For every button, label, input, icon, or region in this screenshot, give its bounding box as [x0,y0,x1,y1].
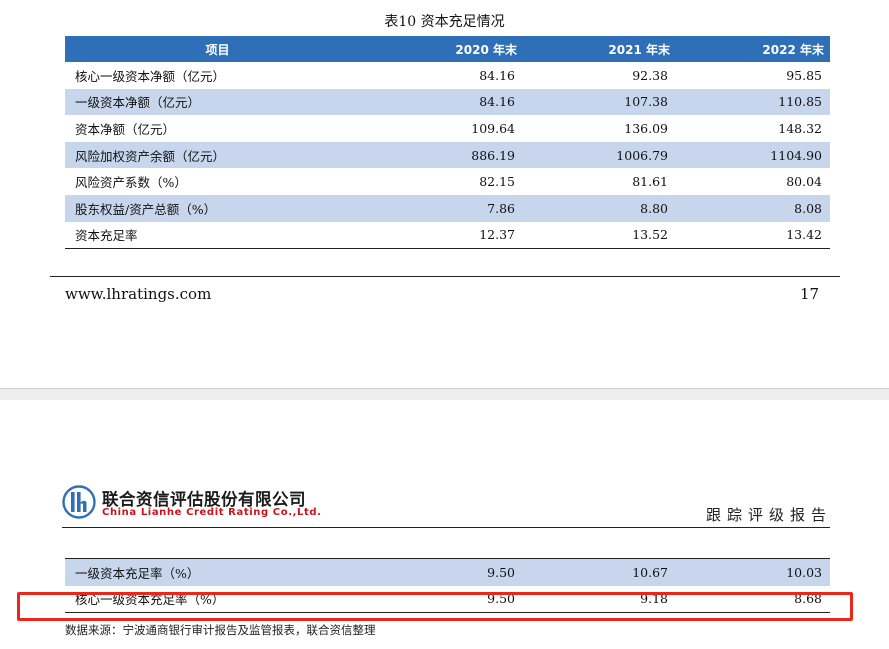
row-label: 风险资产系数（%） [75,175,187,191]
cell-value: 81.61 [632,174,668,190]
cell-value: 8.80 [523,194,676,222]
row-label: 资本净额（亿元） [75,121,176,137]
column-header: 2020 年末 [370,36,523,62]
column-header: 项目 [65,36,370,62]
table-header-row: 项目 2020 年末 2021 年末 2022 年末 [65,36,830,62]
cell-value: 1104.90 [676,141,830,169]
row-label: 核心一级资本净额（亿元） [75,68,226,84]
table-row: 一级资本净额（亿元） 84.16 107.38 110.85 [65,88,830,116]
cell-value: 8.08 [676,194,830,222]
table-row: 风险资产系数（%） 82.15 81.61 80.04 [65,168,830,195]
header-divider [62,527,830,528]
cell-value: 109.64 [471,120,515,136]
row-label: 股东权益/资产总额（%） [65,194,370,222]
cell-value: 1006.79 [523,141,676,169]
table-row: 核心一级资本净额（亿元） 84.16 92.38 95.85 [65,62,830,89]
table-row: 一级资本充足率（%） 9.50 10.67 10.03 [65,558,830,586]
cell-value: 82.15 [479,174,515,190]
table-row: 资本净额（亿元） 109.64 136.09 148.32 [65,115,830,142]
cell-value: 107.38 [523,88,676,116]
data-source-note: 数据来源：宁波通商银行审计报告及监管报表，联合资信整理 [65,623,376,637]
cell-value: 95.85 [786,67,822,83]
cell-value: 110.85 [676,88,830,116]
cell-value: 13.52 [632,227,668,243]
cell-value: 886.19 [370,141,523,169]
cell-value: 9.50 [370,558,523,586]
cell-value: 12.37 [479,227,515,243]
company-name-en: China Lianhe Credit Rating Co.,Ltd. [102,507,322,518]
row-label: 资本充足率 [75,228,138,244]
footer-divider [50,276,840,277]
page-number: 17 [800,285,820,303]
table-row: 风险加权资产余额（亿元） 886.19 1006.79 1104.90 [65,141,830,169]
cell-value: 136.09 [624,120,668,136]
capital-adequacy-table: 项目 2020 年末 2021 年末 2022 年末 核心一级资本净额（亿元） … [65,36,830,250]
row-label: 一级资本净额（亿元） [65,88,370,116]
footer-url[interactable]: www.lhratings.com [65,285,211,303]
row-label: 一级资本充足率（%） [65,558,370,586]
column-header: 2021 年末 [523,36,676,62]
cell-value: 92.38 [632,67,668,83]
column-header: 2022 年末 [676,36,830,62]
table-title: 表10 资本充足情况 [384,14,505,30]
cell-value: 84.16 [370,88,523,116]
cell-value: 80.04 [786,174,822,190]
report-type-title: 跟踪评级报告 [706,506,833,524]
company-logo-icon [62,485,96,519]
table-row: 资本充足率 12.37 13.52 13.42 [65,222,830,249]
cell-value: 84.16 [479,67,515,83]
table-row: 股东权益/资产总额（%） 7.86 8.80 8.08 [65,194,830,222]
cell-value: 148.32 [778,120,822,136]
cell-value: 7.86 [370,194,523,222]
highlight-box [17,592,853,621]
cell-value: 10.67 [523,558,676,586]
cell-value: 10.03 [676,558,830,586]
cell-value: 13.42 [786,227,822,243]
row-label: 风险加权资产余额（亿元） [65,141,370,169]
